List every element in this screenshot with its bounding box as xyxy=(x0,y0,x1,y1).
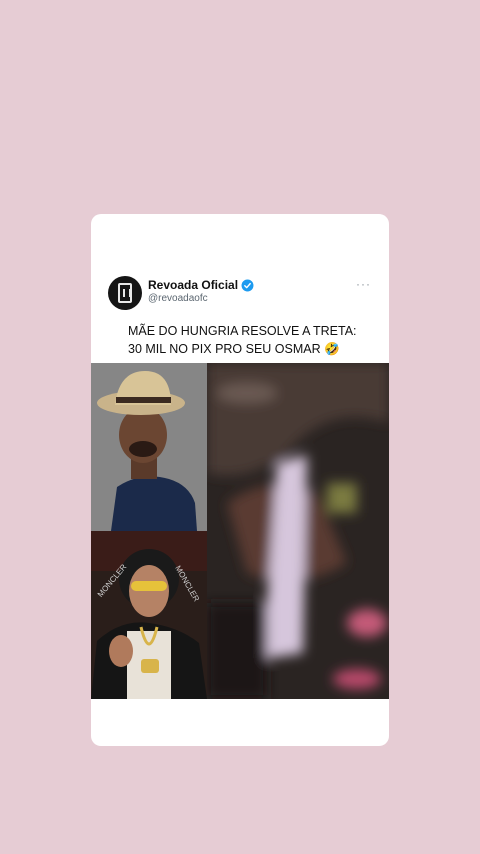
profile-avatar[interactable] xyxy=(108,276,142,310)
user-handle[interactable]: @revoadaofc xyxy=(148,293,208,304)
display-name[interactable]: Revoada Oficial xyxy=(148,278,238,292)
photo-man-in-straw-hat[interactable] xyxy=(91,363,207,531)
verified-badge-icon xyxy=(241,279,254,291)
more-options-icon[interactable]: ··· xyxy=(356,277,371,291)
blurred-motion-photo-illustration xyxy=(207,363,389,699)
display-name-row[interactable]: Revoada Oficial xyxy=(148,278,254,292)
media-left-column: MONCLER MONCLER xyxy=(91,363,207,699)
photo-man-with-sunglasses[interactable]: MONCLER MONCLER xyxy=(91,531,207,699)
tweet-card: Revoada Oficial @revoadaofc ··· MÃE DO H… xyxy=(91,214,389,746)
revoada-logo-icon xyxy=(118,283,132,303)
photo-man-with-sunglasses-illustration: MONCLER MONCLER xyxy=(91,531,207,699)
blurred-motion-photo[interactable] xyxy=(207,363,389,699)
tweet-text: MÃE DO HUNGRIA RESOLVE A TRETA: 30 MIL N… xyxy=(128,324,357,356)
photo-man-in-straw-hat-illustration xyxy=(91,363,207,531)
tweet-media[interactable]: MONCLER MONCLER xyxy=(91,363,389,699)
